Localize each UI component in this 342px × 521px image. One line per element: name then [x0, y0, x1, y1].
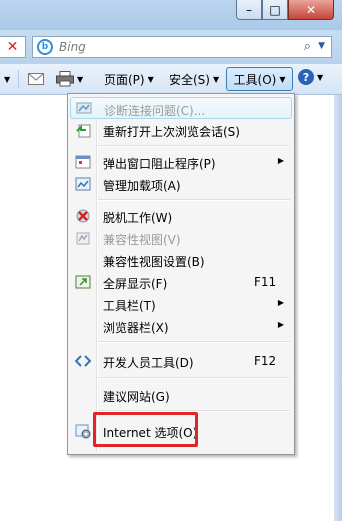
submenu-arrow-icon: ▶: [277, 298, 284, 307]
menu-item-popup-blocker[interactable]: 弹出窗口阻止程序(P) ▶: [70, 151, 292, 173]
menu-item-label: 兼容性视图设置(B): [103, 255, 205, 269]
safety-menu-button[interactable]: 安全(S) ▼: [169, 69, 219, 89]
window-frame-right: [334, 95, 342, 521]
search-box[interactable]: b Bing ⌕ ▼: [32, 36, 332, 58]
title-bar: – □ ✕: [0, 0, 342, 30]
diagnose-icon: [76, 101, 92, 117]
tools-menu-button[interactable]: 工具(O) ▼: [226, 67, 293, 91]
menu-separator: [98, 145, 290, 147]
print-icon[interactable]: ▼: [56, 69, 83, 89]
stop-button[interactable]: ✕: [0, 36, 26, 58]
chevron-down-icon: ▼: [147, 74, 154, 84]
menu-item-label: 管理加载项(A): [103, 179, 181, 193]
maximize-button[interactable]: □: [262, 0, 288, 20]
page-menu-label: 页面(P): [104, 72, 145, 87]
addons-icon: [75, 176, 91, 192]
menu-item-label: 全屏显示(F): [103, 277, 168, 291]
reopen-session-icon: [75, 122, 91, 138]
close-button[interactable]: ✕: [288, 0, 334, 20]
search-icon[interactable]: ⌕: [304, 39, 311, 54]
chevron-down-icon: ▼: [279, 74, 286, 84]
menu-item-compat-view-settings[interactable]: 兼容性视图设置(B): [70, 249, 292, 271]
chevron-down-icon: ▼: [317, 72, 324, 82]
menu-item-toolbars[interactable]: 工具栏(T) ▶: [70, 293, 292, 315]
help-icon: ?: [298, 69, 314, 85]
compat-view-icon: [75, 230, 91, 246]
menu-item-label: 工具栏(T): [103, 299, 156, 313]
menu-separator: [98, 199, 290, 201]
internet-options-icon: [75, 423, 91, 439]
command-bar: ▼ ▼ 页面(P) ▼ 安全(S) ▼ 工具(O) ▼ ? ▼: [0, 64, 342, 95]
menu-item-label: 弹出窗口阻止程序(P): [103, 157, 216, 171]
popup-blocker-icon: [75, 154, 91, 170]
tools-dropdown-menu: 诊断连接问题(C)... 重新打开上次浏览会话(S) 弹出窗口阻止程序(P) ▶…: [67, 93, 295, 455]
highlight-annotation-box: [93, 412, 198, 447]
menu-item-explorer-bars[interactable]: 浏览器栏(X) ▶: [70, 315, 292, 337]
read-mail-icon[interactable]: [28, 69, 44, 89]
menu-item-label: 开发人员工具(D): [103, 356, 194, 370]
menu-item-compat-view[interactable]: 兼容性视图(V): [70, 227, 292, 249]
window-controls: – □ ✕: [236, 0, 334, 20]
separator: [18, 70, 19, 88]
chevron-down-icon: ▼: [212, 74, 220, 84]
submenu-arrow-icon: ▶: [277, 320, 284, 329]
tools-menu-label: 工具(O): [233, 72, 277, 87]
menu-item-label: 重新打开上次浏览会话(S): [103, 125, 240, 139]
menu-separator: [98, 377, 290, 379]
menu-item-label: 建议网站(G): [103, 390, 170, 404]
menu-item-label: 脱机工作(W): [103, 211, 173, 225]
menu-item-label: 兼容性视图(V): [103, 233, 181, 247]
submenu-arrow-icon: ▶: [277, 156, 284, 165]
print-dropdown-icon[interactable]: ▼: [77, 75, 83, 84]
bing-logo-icon: b: [37, 39, 53, 55]
offline-icon: [75, 208, 91, 224]
safety-menu-label: 安全(S): [169, 72, 210, 87]
minimize-button[interactable]: –: [236, 0, 262, 20]
menu-item-label: 诊断连接问题(C)...: [104, 104, 206, 118]
menu-item-suggested-sites[interactable]: 建议网站(G): [70, 384, 292, 406]
menu-item-developer-tools[interactable]: 开发人员工具(D) F12: [70, 350, 292, 372]
menu-item-manage-addons[interactable]: 管理加载项(A): [70, 173, 292, 195]
menu-item-work-offline[interactable]: 脱机工作(W): [70, 205, 292, 227]
page-menu-button[interactable]: 页面(P) ▼: [104, 69, 154, 89]
help-menu-button[interactable]: ? ▼: [298, 69, 323, 85]
menu-item-shortcut: F12: [254, 354, 277, 368]
address-bar-row: ✕ b Bing ⌕ ▼: [0, 30, 342, 64]
devtools-icon: [75, 353, 91, 369]
menu-item-reopen-session[interactable]: 重新打开上次浏览会话(S): [70, 119, 292, 141]
menu-item-label: 浏览器栏(X): [103, 321, 169, 335]
menu-item-diagnose-connection[interactable]: 诊断连接问题(C)...: [70, 97, 292, 119]
menu-separator: [98, 341, 290, 343]
search-dropdown-icon[interactable]: ▼: [318, 41, 325, 51]
menu-item-fullscreen[interactable]: 全屏显示(F) F11: [70, 271, 292, 293]
menu-item-shortcut: F11: [254, 275, 277, 289]
feeds-dropdown-icon[interactable]: ▼: [4, 69, 10, 89]
search-input[interactable]: Bing: [59, 40, 86, 54]
fullscreen-icon: [75, 274, 91, 290]
